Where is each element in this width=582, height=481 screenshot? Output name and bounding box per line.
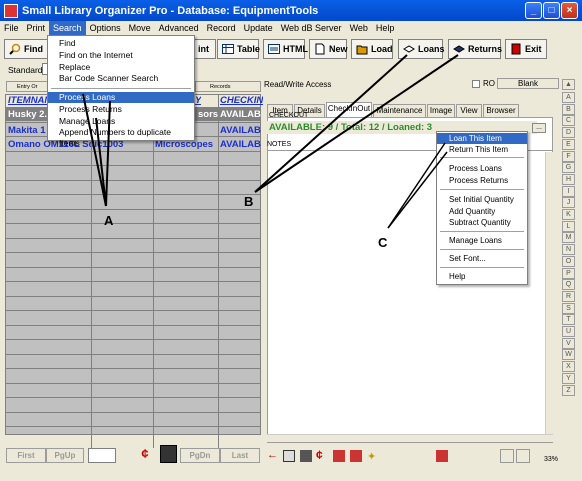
callout-c: C bbox=[378, 235, 388, 250]
callout-b: B bbox=[244, 194, 254, 209]
callout-a-lines bbox=[82, 93, 111, 207]
callout-c-lines bbox=[387, 142, 448, 229]
annotation-overlay bbox=[82, 54, 459, 229]
callout-a: A bbox=[104, 213, 114, 228]
callout-b-lines bbox=[254, 54, 459, 193]
